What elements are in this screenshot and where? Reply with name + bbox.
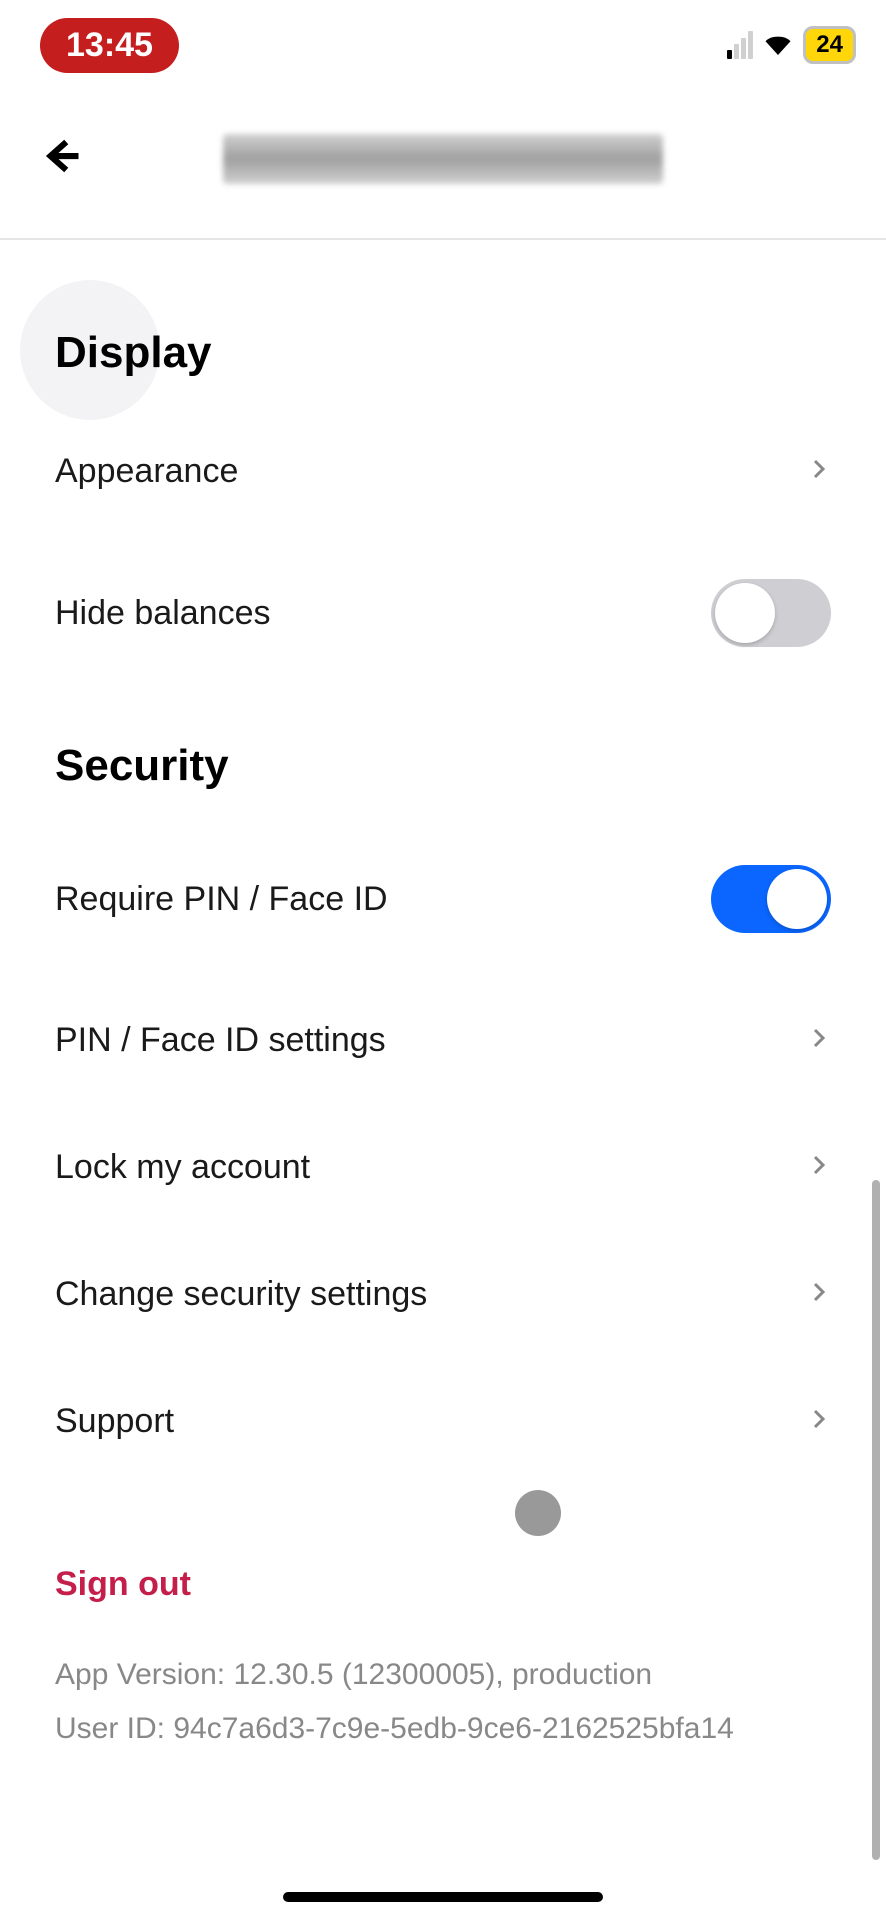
setting-label: Hide balances (55, 594, 270, 633)
status-time: 13:45 (40, 18, 179, 73)
footer-info: App Version: 12.30.5 (12300005), product… (55, 1648, 831, 1756)
setting-label: Require PIN / Face ID (55, 880, 388, 919)
settings-content: Display Appearance Hide balances Securit… (0, 240, 886, 1756)
back-button[interactable] (40, 135, 82, 183)
cursor-dot-icon (515, 1490, 561, 1536)
setting-change-security[interactable]: Change security settings (55, 1231, 831, 1358)
wifi-icon (763, 30, 793, 60)
scrollbar[interactable] (872, 1180, 880, 1860)
app-version-text: App Version: 12.30.5 (12300005), product… (55, 1648, 831, 1702)
chevron-right-icon (807, 1280, 831, 1309)
chevron-right-icon (807, 1407, 831, 1436)
user-id-text: User ID: 94c7a6d3-7c9e-5edb-9ce6-2162525… (55, 1702, 831, 1756)
setting-label: Support (55, 1402, 174, 1441)
toggle-hide-balances[interactable] (711, 579, 831, 647)
setting-pin-settings[interactable]: PIN / Face ID settings (55, 977, 831, 1104)
chevron-right-icon (807, 1026, 831, 1055)
toggle-knob (715, 583, 775, 643)
section-title-display: Display (55, 328, 831, 378)
setting-appearance[interactable]: Appearance (55, 408, 831, 535)
chevron-right-icon (807, 1153, 831, 1182)
setting-hide-balances: Hide balances (55, 535, 831, 691)
status-indicators: 24 (727, 26, 856, 64)
battery-indicator: 24 (803, 26, 856, 64)
setting-label: Lock my account (55, 1148, 310, 1187)
section-title-security: Security (55, 741, 831, 791)
setting-label: PIN / Face ID settings (55, 1021, 386, 1060)
page-title-redacted (223, 134, 663, 184)
setting-require-pin: Require PIN / Face ID (55, 821, 831, 977)
cellular-signal-icon (727, 31, 753, 59)
toggle-knob (767, 869, 827, 929)
toggle-require-pin[interactable] (711, 865, 831, 933)
setting-support[interactable]: Support (55, 1358, 831, 1485)
chevron-right-icon (807, 457, 831, 486)
sign-out-button[interactable]: Sign out (55, 1565, 831, 1604)
setting-label: Appearance (55, 452, 238, 491)
home-indicator[interactable] (283, 1892, 603, 1902)
navigation-bar (0, 90, 886, 240)
setting-label: Change security settings (55, 1275, 427, 1314)
setting-lock-account[interactable]: Lock my account (55, 1104, 831, 1231)
status-bar: 13:45 24 (0, 0, 886, 90)
